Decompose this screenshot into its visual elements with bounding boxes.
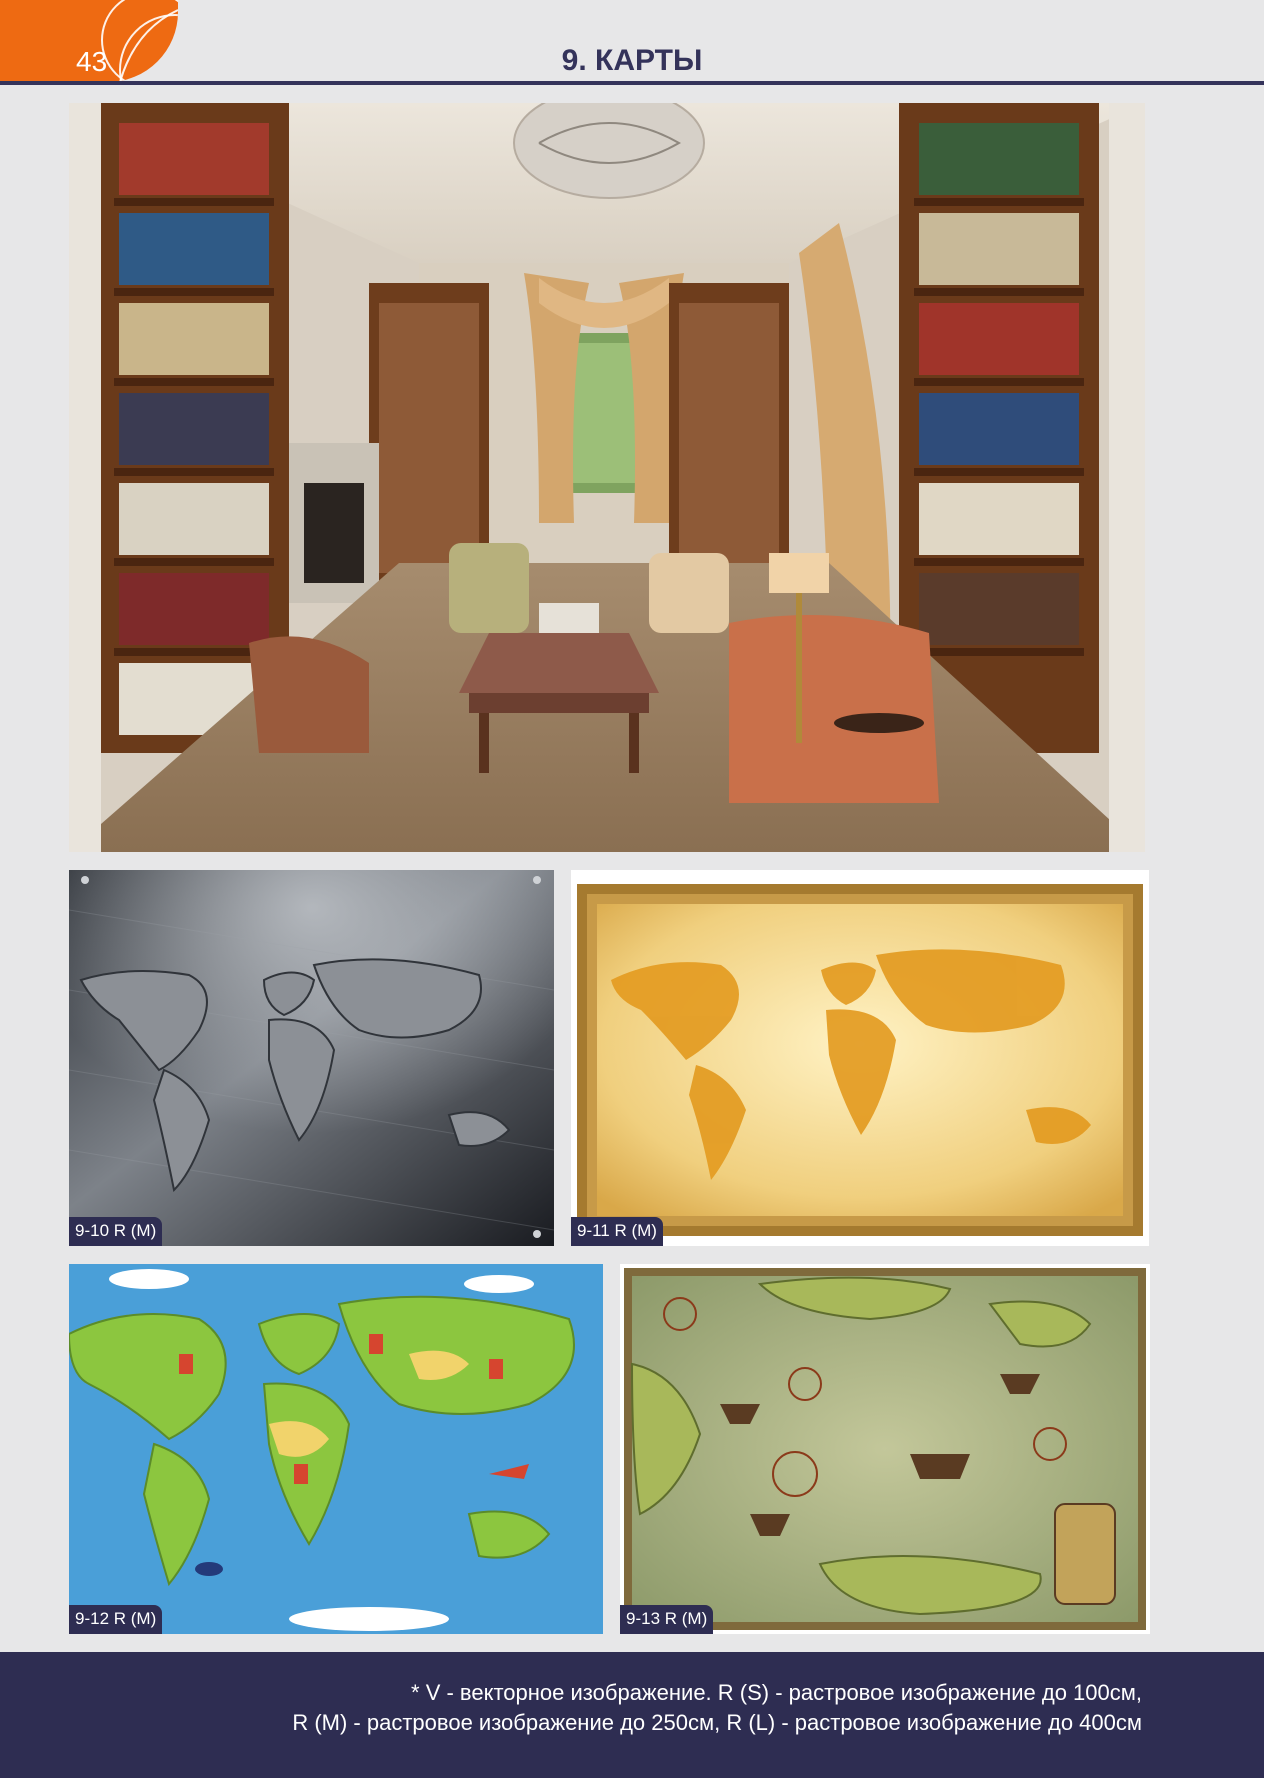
library-interior-photo (69, 103, 1145, 852)
page-header: 43 9. КАРТЫ (0, 0, 1264, 88)
photo-code-label: 9-13 R (M) (620, 1605, 714, 1634)
page-number-tab: 43 (0, 0, 178, 82)
sea-map-photo: 9-13 R (M) (620, 1264, 1150, 1634)
format-footnote: * V - векторное изображение. R (S) - рас… (142, 1678, 1142, 1738)
parchment-world-map-photo: 9-11 R (M) (571, 870, 1149, 1246)
cartoon-world-map-photo: 9-12 R (M) (69, 1264, 603, 1634)
metal-world-map-photo: 9-10 R (M) (69, 870, 554, 1246)
page-number: 43 (76, 46, 108, 77)
photo-code-label: 9-11 R (M) (571, 1217, 663, 1246)
photo-code-label: 9-12 R (M) (69, 1605, 163, 1634)
header-divider (0, 81, 1264, 85)
photo-code-label: 9-10 R (M) (69, 1217, 163, 1246)
footnote-line-2: R (M) - растровое изображение до 250см, … (292, 1710, 1142, 1735)
footnote-line-1: * V - векторное изображение. R (S) - рас… (411, 1680, 1142, 1705)
section-title: 9. КАРТЫ (561, 44, 703, 77)
page-footer: * V - векторное изображение. R (S) - рас… (0, 1652, 1264, 1778)
